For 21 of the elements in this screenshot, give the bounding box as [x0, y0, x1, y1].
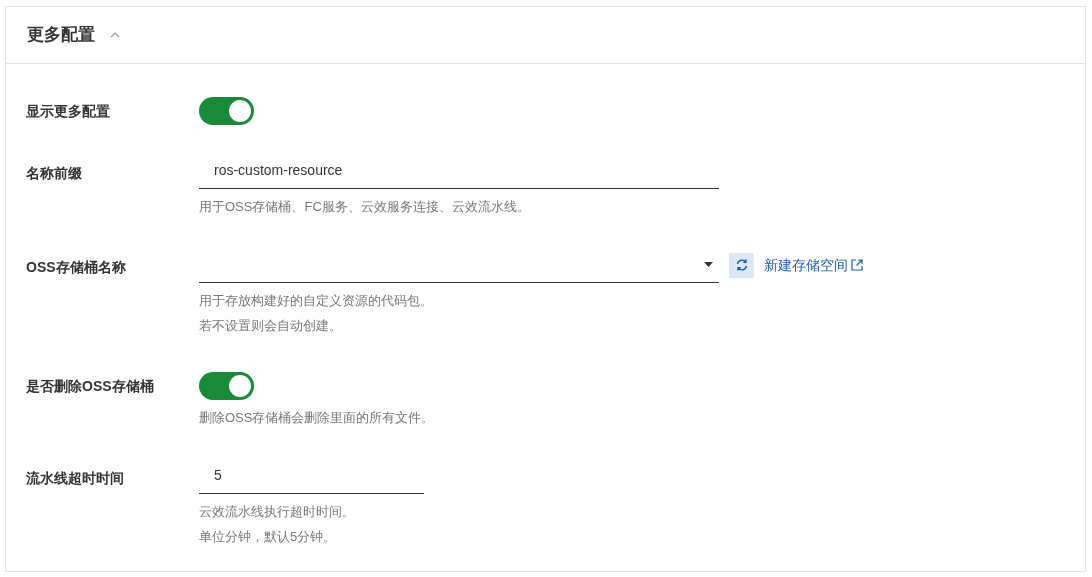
section-title: 更多配置 [27, 24, 95, 47]
hint-text: 用于OSS存储桶、FC服务、云效服务连接、云效流水线。 [199, 198, 531, 216]
toggle-switch[interactable] [199, 97, 254, 125]
refresh-icon [734, 258, 749, 272]
new-storage-link[interactable]: 新建存储空间 [764, 254, 863, 276]
external-link-icon [851, 259, 863, 271]
field-label: OSS存储桶名称 [26, 258, 127, 277]
toggle-switch[interactable] [199, 372, 254, 400]
field-label: 显示更多配置 [26, 102, 111, 121]
field-label: 流水线超时时间 [26, 469, 125, 488]
input-field[interactable]: 5 [199, 458, 424, 494]
hint-text: 用于存放构建好的自定义资源的代码包。 [199, 292, 434, 310]
hint-text: 若不设置则会自动创建。 [199, 317, 343, 335]
field-label: 名称前缀 [26, 164, 83, 183]
hint-text: 云效流水线执行超时时间。 [199, 503, 356, 521]
hint-text: 删除OSS存储桶会删除里面的所有文件。 [199, 409, 435, 427]
hint-text: 单位分钟，默认5分钟。 [199, 528, 338, 546]
dropdown-caret-icon [704, 262, 713, 267]
input-field[interactable]: ros-custom-resource [199, 153, 719, 189]
field-label: 是否删除OSS存储桶 [26, 377, 155, 396]
refresh-button[interactable] [729, 252, 754, 278]
